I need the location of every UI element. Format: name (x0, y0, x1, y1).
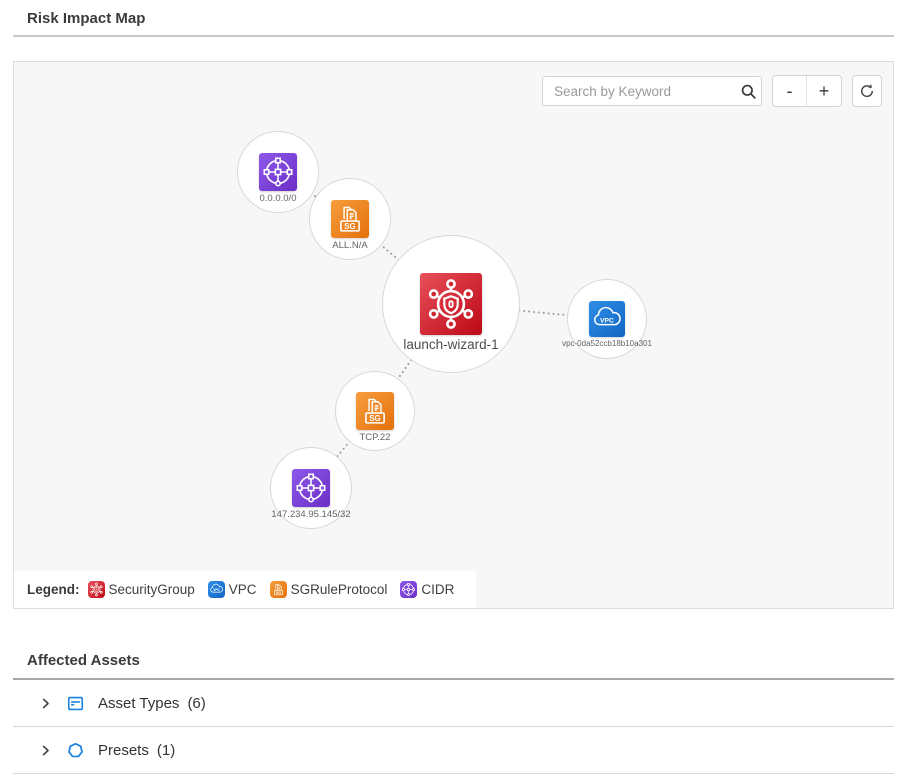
vpc-icon (208, 581, 225, 598)
node-label: vpc-0da52ccb18b10a301 (562, 339, 652, 348)
legend-item-label: CIDR (421, 582, 454, 597)
legend-item-label: SGRuleProtocol (291, 582, 388, 597)
security-group-icon (420, 273, 482, 335)
node-label: 0.0.0.0/0 (260, 193, 297, 204)
vpc-icon (589, 301, 625, 337)
search-box (542, 76, 762, 106)
graph-node-cidr-host[interactable]: 147.234.95.145/32 (292, 469, 330, 507)
search-icon (739, 82, 758, 101)
asset-row-label: Asset Types (98, 695, 179, 712)
asset-row-asset-types[interactable]: Asset Types (6) (13, 680, 894, 727)
search-input[interactable] (543, 84, 735, 99)
security-group-icon (88, 581, 105, 598)
cidr-icon (259, 153, 297, 191)
graph-node-cidr-any[interactable]: 0.0.0.0/0 (259, 153, 297, 191)
legend-item-securitygroup: SecurityGroup (88, 581, 195, 598)
graph-node-sgrule-tcp22[interactable]: TCP.22 (356, 392, 394, 430)
affected-assets-section: Affected Assets Asset Types (6) Presets … (13, 609, 894, 774)
sg-rule-protocol-icon (356, 392, 394, 430)
risk-map-canvas[interactable]: 0.0.0.0/0 ALL.N/A launch-wizard-1 vpc-0d… (13, 61, 894, 609)
refresh-icon (858, 82, 876, 100)
graph-node-sgrule-all[interactable]: ALL.N/A (331, 200, 369, 238)
chevron-right-icon (38, 696, 53, 711)
node-label: launch-wizard-1 (403, 337, 498, 352)
legend-item-label: SecurityGroup (109, 582, 195, 597)
legend-item-cidr: CIDR (400, 581, 454, 598)
asset-row-count: (6) (187, 695, 205, 712)
legend-item-vpc: VPC (208, 581, 257, 598)
legend-item-sgruleprotocol: SGRuleProtocol (270, 581, 388, 598)
asset-row-count: (1) (157, 742, 175, 759)
affected-assets-title: Affected Assets (13, 609, 894, 680)
cidr-icon (292, 469, 330, 507)
node-label: TCP.22 (360, 432, 391, 443)
zoom-in-button[interactable]: + (807, 76, 841, 106)
legend: Legend: SecurityGroup VPC SGRuleProtocol… (14, 571, 476, 608)
refresh-button[interactable] (852, 75, 882, 107)
presets-icon (66, 741, 85, 760)
search-button[interactable] (735, 77, 761, 105)
asset-types-icon (66, 694, 85, 713)
page-title: Risk Impact Map (13, 0, 894, 35)
cidr-icon (400, 581, 417, 598)
asset-row-presets[interactable]: Presets (1) (13, 727, 894, 774)
sg-rule-protocol-icon (270, 581, 287, 598)
zoom-controls: - + (772, 75, 842, 107)
chevron-right-icon (38, 743, 53, 758)
node-label: ALL.N/A (332, 240, 367, 251)
legend-item-label: VPC (229, 582, 257, 597)
graph-node-launch-wizard-1[interactable]: launch-wizard-1 (420, 273, 482, 335)
legend-title: Legend: (27, 582, 80, 597)
zoom-out-button[interactable]: - (773, 76, 807, 106)
node-label: 147.234.95.145/32 (271, 509, 350, 520)
graph-node-vpc[interactable]: vpc-0da52ccb18b10a301 (589, 301, 625, 337)
page-header: Risk Impact Map (13, 0, 894, 37)
asset-row-label: Presets (98, 742, 149, 759)
sg-rule-protocol-icon (331, 200, 369, 238)
